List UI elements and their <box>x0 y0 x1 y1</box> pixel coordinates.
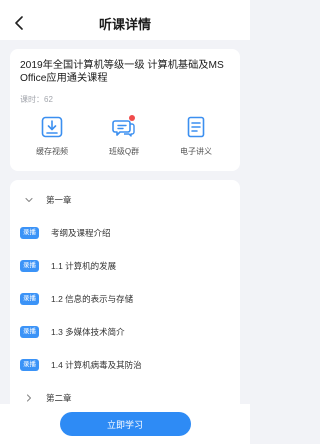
chapter-label: 第二章 <box>46 392 72 403</box>
back-arrow-icon <box>15 16 23 30</box>
download-icon <box>41 116 63 138</box>
bottom-bar: 立即学习 <box>0 404 250 444</box>
lesson-row[interactable]: 录播 1.1 计算机的发展 <box>10 249 240 282</box>
recorded-badge: 录播 <box>20 325 39 338</box>
lesson-row[interactable]: 录播 1.3 多媒体技术简介 <box>10 315 240 348</box>
cache-video-label: 缓存视频 <box>36 147 68 156</box>
lesson-title: 考纲及课程介绍 <box>51 227 111 238</box>
lesson-row[interactable]: 录播 1.4 计算机病毒及其防治 <box>10 348 240 381</box>
lesson-title: 1.1 计算机的发展 <box>51 260 117 271</box>
chevron-right-icon <box>24 393 34 403</box>
recorded-badge: 录播 <box>20 226 39 239</box>
lesson-title: 1.3 多媒体技术简介 <box>51 326 125 337</box>
document-icon <box>187 116 205 138</box>
cache-video-button[interactable]: 缓存视频 <box>22 115 82 157</box>
lesson-row[interactable]: 录播 1.2 信息的表示与存储 <box>10 282 240 315</box>
lecture-notes-label: 电子讲义 <box>180 147 212 156</box>
page-title: 听课详情 <box>98 16 151 32</box>
lecture-notes-button[interactable]: 电子讲义 <box>166 115 226 157</box>
chapter-label: 第一章 <box>46 194 72 205</box>
navigation-bar: 听课详情 <box>0 6 250 40</box>
class-qq-group-button[interactable]: 班级Q群 <box>94 115 154 157</box>
chapter-row-1[interactable]: 第一章 <box>10 183 240 216</box>
lesson-title: 1.2 信息的表示与存储 <box>51 293 134 304</box>
notification-dot <box>129 115 135 121</box>
recorded-badge: 录播 <box>20 292 39 305</box>
course-title: 2019年全国计算机等级一级 计算机基础及MS Office应用通关课程 <box>20 60 224 84</box>
lesson-row[interactable]: 录播 考纲及课程介绍 <box>10 216 240 249</box>
start-learning-button[interactable]: 立即学习 <box>59 412 191 436</box>
chevron-down-icon <box>24 195 34 205</box>
recorded-badge: 录播 <box>20 358 39 371</box>
lesson-title: 1.4 计算机病毒及其防治 <box>51 359 142 370</box>
course-info-card: 2019年全国计算机等级一级 计算机基础及MS Office应用通关课程 课时：… <box>10 49 240 171</box>
back-button[interactable] <box>8 12 30 34</box>
course-actions: 缓存视频 班级Q群 电子讲义 <box>20 115 230 157</box>
lesson-count: 课时：62 <box>20 95 53 104</box>
recorded-badge: 录播 <box>20 259 39 272</box>
content-area[interactable]: 2019年全国计算机等级一级 计算机基础及MS Office应用通关课程 课时：… <box>0 40 250 444</box>
class-qq-group-label: 班级Q群 <box>108 147 140 156</box>
